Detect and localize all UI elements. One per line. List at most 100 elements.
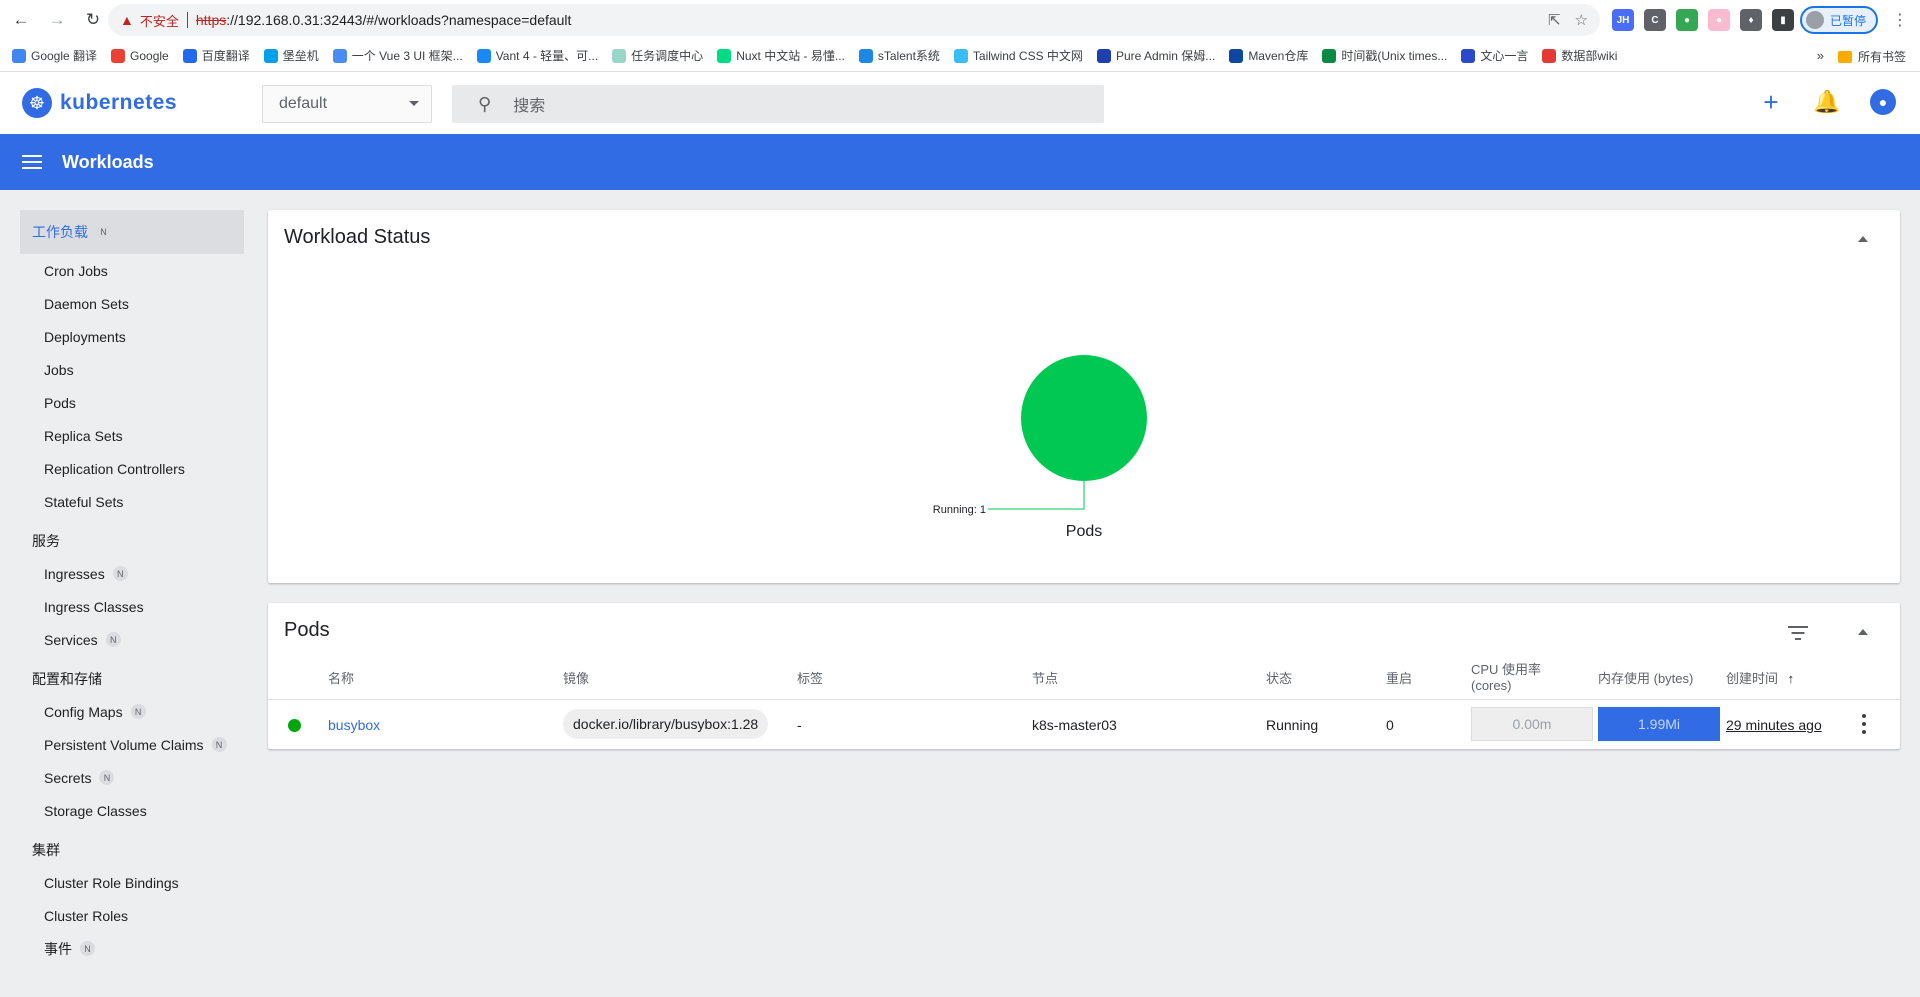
sidebar-item[interactable]: Cluster Roles: [44, 899, 258, 932]
collapse-icon[interactable]: [1858, 629, 1868, 635]
chrome-menu-icon[interactable]: ⋮: [1892, 10, 1908, 30]
extension-cat-icon[interactable]: ●: [1708, 9, 1730, 31]
sidebar-item[interactable]: Daemon Sets: [44, 287, 258, 320]
bookmark-favicon-icon: [858, 48, 873, 63]
puzzle-icon[interactable]: ♦: [1740, 9, 1762, 31]
sidebar-item-label: Storage Classes: [44, 802, 147, 819]
pie-slice-running[interactable]: [1021, 355, 1147, 481]
bookmarks-more-button[interactable]: »: [1817, 48, 1824, 63]
bookmark-label: Pure Admin 保姆...: [1115, 49, 1216, 63]
bookmark-item[interactable]: 一个 Vue 3 UI 框架...: [332, 47, 463, 64]
extension-jh-icon[interactable]: JH: [1612, 9, 1634, 31]
sidebar-item-label: Services: [44, 631, 98, 648]
back-icon[interactable]: ←: [6, 5, 36, 35]
sidebar-item[interactable]: 事件 N: [44, 932, 258, 965]
sidebar-item[interactable]: Ingresses N: [44, 557, 258, 590]
kubernetes-logo-icon[interactable]: ☸: [22, 88, 52, 118]
sidebar-item[interactable]: Cluster Role Bindings: [44, 866, 258, 899]
sidebar-item[interactable]: Secrets N: [44, 761, 258, 794]
sidebar-item-workloads[interactable]: 工作负载 N: [20, 210, 244, 254]
namespaced-badge: N: [99, 770, 115, 785]
sidebar-item-label: 集群: [32, 841, 60, 858]
account-icon[interactable]: ●: [1870, 89, 1896, 115]
pod-node-link[interactable]: k8s-master03: [1032, 717, 1117, 733]
sidebar-item[interactable]: Ingress Classes: [44, 590, 258, 623]
bookmark-favicon-icon: [332, 48, 347, 63]
bookmark-favicon-icon: [111, 48, 126, 63]
pod-name-link[interactable]: busybox: [328, 717, 380, 733]
bookmark-favicon-icon: [1096, 48, 1111, 63]
sidebar-item[interactable]: Storage Classes: [44, 794, 258, 827]
extension-paw-icon[interactable]: ●: [1676, 9, 1698, 31]
table-row: busybox docker.io/library/busybox:1.28 -…: [268, 699, 1900, 747]
cpu-usage-sparkline: 0.00m: [1471, 707, 1593, 741]
bookmark-item[interactable]: 任务调度中心: [612, 47, 703, 64]
workload-status-card: Workload Status Running: 1 Pods: [268, 210, 1900, 583]
extension-c-icon[interactable]: C: [1644, 9, 1666, 31]
sidebar-item[interactable]: Replica Sets: [44, 419, 258, 452]
sidebar-item-label: Pods: [44, 394, 76, 411]
column-header-restarts[interactable]: 重启: [1386, 671, 1412, 687]
bell-icon[interactable]: 🔔: [1813, 89, 1840, 115]
bookmark-item[interactable]: 数据部wiki: [1542, 47, 1617, 64]
bookmark-item[interactable]: 堡垒机: [263, 47, 319, 64]
created-header-label: 创建时间: [1726, 671, 1779, 686]
chart-title: Pods: [1066, 523, 1102, 540]
running-status-icon: [288, 719, 301, 732]
address-bar[interactable]: ▲ 不安全 https ://192.168.0.31:32443/#/work…: [108, 4, 1600, 36]
sidebar-item[interactable]: Pods: [44, 386, 258, 419]
sidebar-item[interactable]: Stateful Sets: [44, 485, 258, 518]
sidebar-item[interactable]: Config Maps N: [44, 695, 258, 728]
sidebar-section-heading: 服务: [32, 524, 258, 557]
sidebar-item-label: 配置和存储: [32, 670, 102, 687]
column-header-memory: 内存使用 (bytes): [1598, 671, 1694, 686]
column-header-created[interactable]: 创建时间 ↑: [1726, 671, 1794, 687]
sidebar-item[interactable]: Jobs: [44, 353, 258, 386]
bookmark-item[interactable]: 时间戳(Unix times...: [1322, 47, 1447, 64]
column-header-node[interactable]: 节点: [1032, 671, 1058, 687]
bookmark-item[interactable]: Maven仓库: [1229, 47, 1308, 64]
column-header-status[interactable]: 状态: [1266, 671, 1292, 687]
star-icon[interactable]: ☆: [1575, 11, 1588, 29]
bookmark-item[interactable]: Google: [111, 48, 169, 63]
filter-icon[interactable]: [1788, 626, 1808, 640]
create-icon[interactable]: +: [1758, 87, 1784, 117]
brand-name[interactable]: kubernetes: [60, 91, 177, 115]
search-input[interactable]: ⚲ 搜索: [452, 85, 1104, 123]
bookmark-label: 数据部wiki: [1561, 49, 1618, 63]
bookmark-item[interactable]: Vant 4 - 轻量、可...: [476, 47, 599, 64]
extensions: JH C ● ● ♦ ▮: [1612, 9, 1794, 31]
sidebar-item[interactable]: Replication Controllers: [44, 452, 258, 485]
browser-toolbar: ← → ↻ ▲ 不安全 https ://192.168.0.31:32443/…: [0, 0, 1920, 40]
pie-slice-label: Running: 1: [933, 504, 986, 516]
forward-icon[interactable]: →: [42, 5, 72, 35]
sidebar-item-label: Ingress Classes: [44, 598, 144, 615]
sidebar-item[interactable]: Persistent Volume Claims N: [44, 728, 258, 761]
menu-icon[interactable]: [22, 155, 42, 169]
namespace-value: default: [279, 95, 328, 112]
all-bookmarks-button[interactable]: 所有书签: [1837, 48, 1906, 65]
bookmark-item[interactable]: 百度翻译: [182, 47, 250, 64]
bookmark-item[interactable]: Nuxt 中文站 - 易懂...: [717, 47, 845, 64]
sidebar-item-label: 事件: [44, 940, 72, 957]
profile-button[interactable]: 已暂停: [1800, 6, 1879, 34]
sidepanel-icon[interactable]: ▮: [1772, 9, 1794, 31]
more-actions-icon[interactable]: [1862, 714, 1866, 734]
bookmark-item[interactable]: Pure Admin 保姆...: [1096, 47, 1216, 64]
bookmark-item[interactable]: sTalent系统: [858, 47, 940, 64]
bookmark-item[interactable]: Google 翻译: [12, 47, 97, 64]
share-icon[interactable]: ⇱: [1548, 11, 1561, 29]
pod-created-time[interactable]: 29 minutes ago: [1726, 717, 1822, 733]
bookmark-item[interactable]: Tailwind CSS 中文网: [953, 47, 1083, 64]
column-header-name[interactable]: 名称: [328, 671, 354, 687]
reload-icon[interactable]: ↻: [78, 5, 108, 35]
collapse-icon[interactable]: [1858, 236, 1868, 242]
sidebar-item[interactable]: Cron Jobs: [44, 254, 258, 287]
bookmark-item[interactable]: 文心一言: [1461, 47, 1528, 64]
bookmark-label: Google: [130, 48, 169, 63]
sidebar-item[interactable]: Services N: [44, 623, 258, 656]
memory-usage-value: 1.99Mi: [1637, 716, 1681, 732]
namespace-select[interactable]: default: [262, 85, 432, 123]
sidebar-item[interactable]: Deployments: [44, 320, 258, 353]
bookmark-label: Vant 4 - 轻量、可...: [495, 49, 599, 63]
